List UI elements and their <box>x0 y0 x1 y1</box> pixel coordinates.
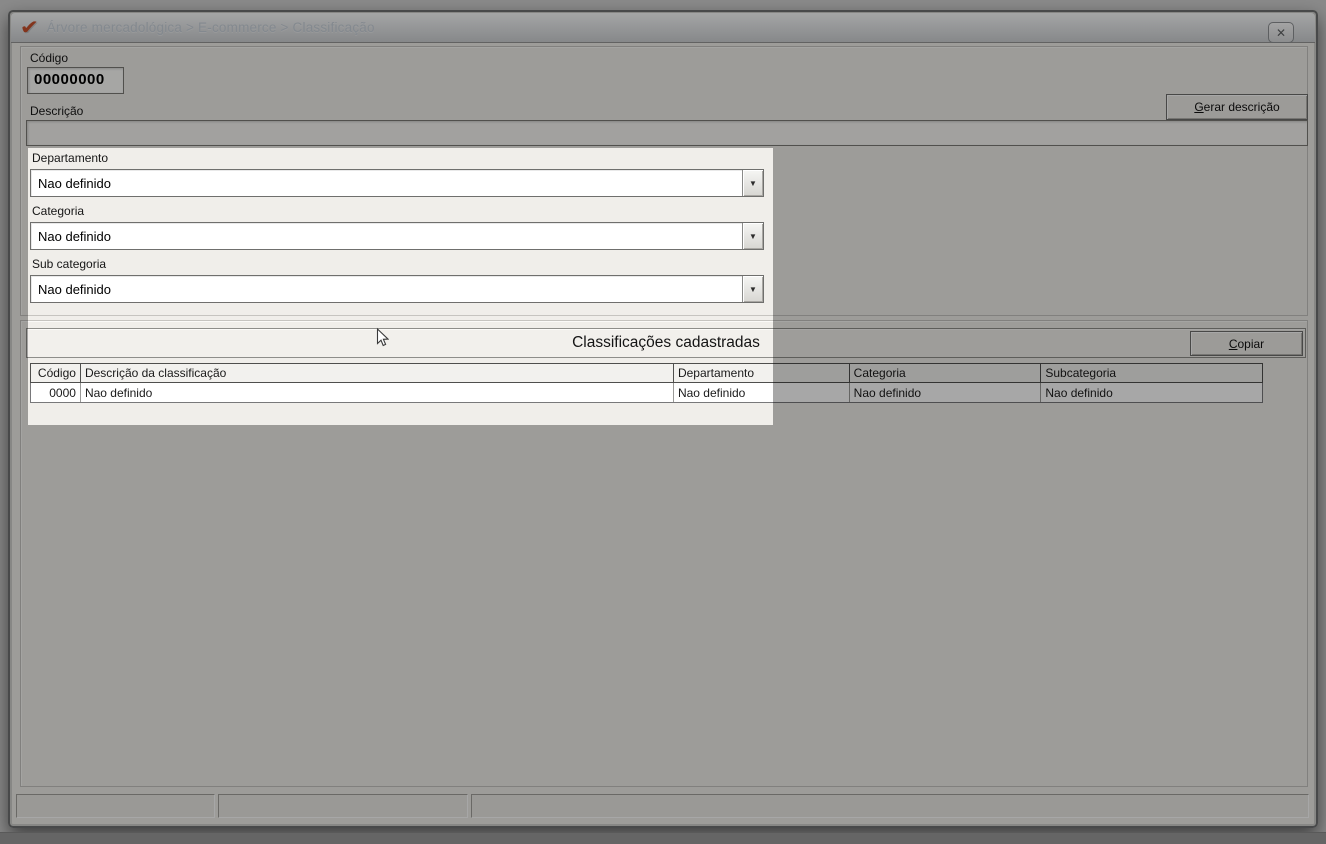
col-header-descricao[interactable]: Descrição da classificação <box>81 364 674 382</box>
col-header-departamento[interactable]: Departamento <box>674 364 850 382</box>
copiar-rest: opiar <box>1237 336 1265 351</box>
departamento-value: Nao definido <box>38 175 111 191</box>
col-header-codigo[interactable]: Código <box>31 364 81 382</box>
codigo-input[interactable]: 00000000 <box>27 67 124 94</box>
copiar-button[interactable]: Copiar <box>1190 331 1303 356</box>
chevron-down-icon: ▼ <box>749 178 757 188</box>
desktop-edge <box>0 832 1326 844</box>
col-header-categoria[interactable]: Categoria <box>850 364 1042 382</box>
descricao-label: Descrição <box>30 104 84 118</box>
chevron-down-icon: ▼ <box>749 231 757 241</box>
classificacoes-title: Classificações cadastradas <box>26 328 1306 358</box>
table-row[interactable]: 0000 Nao definido Nao definido Nao defin… <box>30 383 1263 403</box>
close-icon: ✕ <box>1275 25 1287 40</box>
app-window: ✔ Árvore mercadológica > E-commerce > Cl… <box>8 10 1318 828</box>
row-descricao: Nao definido <box>81 383 674 402</box>
title-bar[interactable]: ✔ Árvore mercadológica > E-commerce > Cl… <box>11 13 1315 43</box>
gerar-descricao-button[interactable]: Gerar descrição <box>1166 94 1308 120</box>
departamento-select[interactable]: Nao definido ▼ <box>30 169 764 197</box>
subcategoria-dropdown-button[interactable]: ▼ <box>742 276 763 302</box>
row-subcategoria: Nao definido <box>1045 385 1113 400</box>
classificacoes-table: Código Descrição da classificação Depart… <box>30 363 1263 403</box>
row-categoria: Nao definido <box>850 383 1042 402</box>
window-title: Árvore mercadológica > E-commerce > Clas… <box>46 20 375 35</box>
subcategoria-select[interactable]: Nao definido ▼ <box>30 275 764 303</box>
departamento-dropdown-button[interactable]: ▼ <box>742 170 763 196</box>
status-cell-3 <box>471 794 1309 818</box>
status-cell-2 <box>218 794 468 818</box>
gerar-rest: erar descrição <box>1203 100 1280 114</box>
categoria-dropdown-button[interactable]: ▼ <box>742 223 763 249</box>
subcategoria-label: Sub categoria <box>32 257 107 271</box>
close-button[interactable]: ✕ <box>1268 22 1294 43</box>
codigo-label: Código <box>30 51 69 65</box>
descricao-input[interactable] <box>26 120 1308 146</box>
subcategoria-value: Nao definido <box>38 281 111 297</box>
gerar-accel: G <box>1194 100 1204 114</box>
chevron-down-icon: ▼ <box>749 284 757 294</box>
status-cell-1 <box>16 794 215 818</box>
row-departamento: Nao definido <box>674 383 850 402</box>
categoria-label: Categoria <box>32 204 85 218</box>
categoria-select[interactable]: Nao definido ▼ <box>30 222 764 250</box>
col-header-subcategoria[interactable]: Subcategoria <box>1041 364 1262 382</box>
categoria-value: Nao definido <box>38 228 111 244</box>
app-logo-checkmark-icon: ✔ <box>19 16 40 39</box>
departamento-label: Departamento <box>32 151 109 165</box>
row-codigo: 0000 <box>31 383 81 402</box>
table-header-row: Código Descrição da classificação Depart… <box>30 363 1263 383</box>
